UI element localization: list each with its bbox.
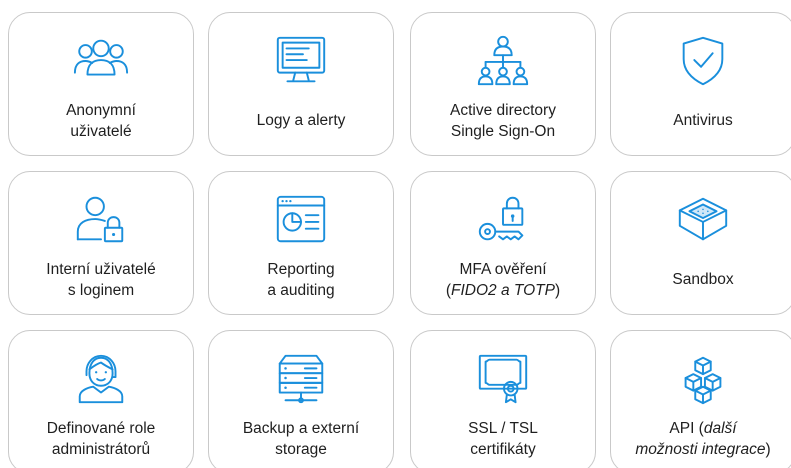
certificate-icon xyxy=(411,351,595,407)
card-anonymous-users: Anonymní uživatelé xyxy=(8,12,194,156)
server-storage-icon xyxy=(209,351,393,407)
card-label: Sandbox xyxy=(672,270,734,288)
card-label: Reporting a auditing xyxy=(267,261,335,299)
card-mfa: MFA ověření (FIDO2 a TOTP) xyxy=(410,171,596,315)
card-label: Active directory Single Sign-On xyxy=(450,102,556,140)
card-label: Definované role administrátorů xyxy=(46,420,156,458)
report-window-icon xyxy=(209,192,393,248)
card-admin-roles: Definované role administrátorů xyxy=(8,330,194,468)
card-label: Backup a externí storage xyxy=(242,420,360,458)
card-ssl-tsl: SSL / TSL certifikáty xyxy=(410,330,596,468)
card-label: Logy a alerty xyxy=(256,111,346,129)
card-sandbox: Sandbox xyxy=(610,171,791,315)
card-internal-users: Interní uživatelé s loginem xyxy=(8,171,194,315)
card-active-directory: Active directory Single Sign-On xyxy=(410,12,596,156)
card-logs-alerts: Logy a alerty xyxy=(208,12,394,156)
feature-grid: Anonymní uživatelé Logy a alerty Active … xyxy=(0,0,791,468)
card-reporting-auditing: Reporting a auditing xyxy=(208,171,394,315)
card-api: API (další možnosti integrace) xyxy=(610,330,791,468)
user-lock-icon xyxy=(9,192,193,248)
card-label: API (další možnosti integrace) xyxy=(635,420,771,458)
card-label: MFA ověření (FIDO2 a TOTP) xyxy=(445,261,561,299)
card-antivirus: Antivirus xyxy=(610,12,791,156)
users-group-icon xyxy=(9,33,193,89)
card-label: Interní uživatelé s loginem xyxy=(46,261,156,299)
card-label: Antivirus xyxy=(673,111,733,129)
org-hierarchy-icon xyxy=(411,33,595,89)
key-lock-icon xyxy=(411,192,595,248)
card-label: SSL / TSL certifikáty xyxy=(468,420,538,458)
cubes-api-icon xyxy=(611,351,791,407)
card-backup-storage: Backup a externí storage xyxy=(208,330,394,468)
support-agent-icon xyxy=(9,351,193,407)
card-label: Anonymní uživatelé xyxy=(66,102,136,140)
